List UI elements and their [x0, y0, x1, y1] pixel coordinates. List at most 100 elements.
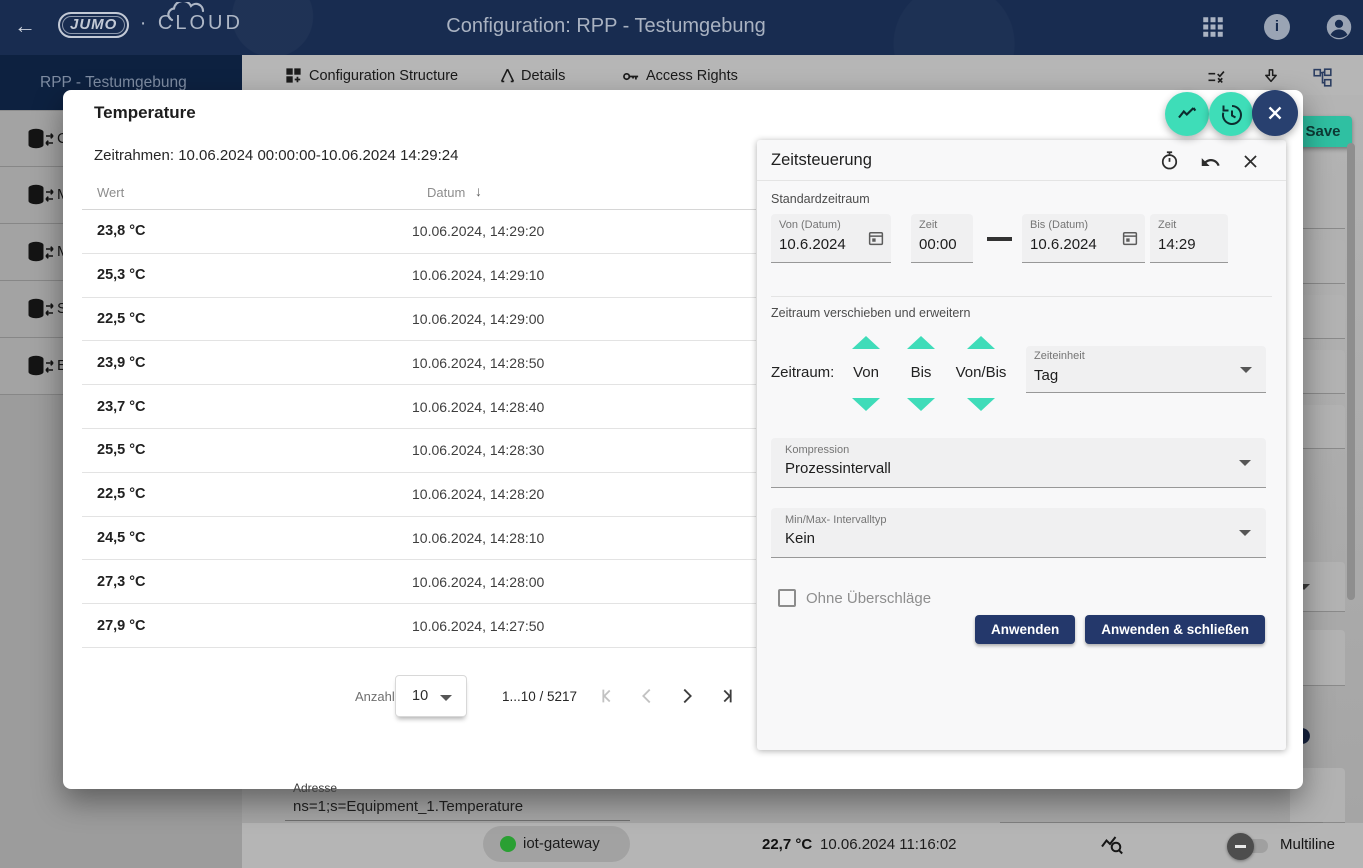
configuration-structure-icon: [284, 66, 303, 85]
apps-grid-icon[interactable]: [1200, 14, 1226, 40]
value-table: Wert Datum ↓ 23,8 °C10.06.2024, 14:29:20…: [82, 178, 756, 648]
table-row: 24,5 °C10.06.2024, 14:28:10: [82, 517, 756, 561]
zeit-bis-field[interactable]: Zeit 14:29: [1150, 214, 1228, 263]
chevron-down-icon: [1240, 367, 1252, 373]
history-button[interactable]: [1209, 92, 1253, 136]
ohne-ueberschlaege-checkbox[interactable]: [778, 589, 796, 607]
bis-datum-field[interactable]: Bis (Datum) 10.6.2024: [1022, 214, 1145, 263]
shift-bis-down-button[interactable]: [907, 398, 935, 411]
tab-configuration-structure[interactable]: Configuration Structure: [309, 68, 458, 84]
panel-title: Zeitsteuerung: [771, 151, 872, 170]
next-page-button[interactable]: [675, 684, 699, 708]
tab-details[interactable]: Details: [521, 68, 565, 84]
pagination-range: 1...10 / 5217: [502, 689, 577, 704]
cell-date: 10.06.2024, 14:28:20: [412, 486, 544, 502]
reading-timestamp: 10.06.2024 11:16:02: [820, 836, 957, 853]
calendar-icon[interactable]: [867, 229, 885, 247]
cell-date: 10.06.2024, 14:29:00: [412, 311, 544, 327]
page-size-select[interactable]: 10: [395, 675, 467, 717]
chevron-down-icon: [440, 695, 452, 701]
zeit-von-field[interactable]: Zeit 00:00: [911, 214, 973, 263]
cell-value: 24,5 °C: [82, 530, 412, 546]
tab-access-rights[interactable]: Access Rights: [646, 68, 738, 84]
dialog-title: Temperature: [94, 103, 196, 123]
divider: [1000, 822, 1323, 823]
status-dot-green: [500, 836, 516, 852]
table-header-row: Wert Datum ↓: [82, 178, 756, 210]
field-label: Bis (Datum): [1030, 219, 1088, 231]
shift-vonbis-down-button[interactable]: [967, 398, 995, 411]
chart-view-button[interactable]: [1165, 92, 1209, 136]
datasource-icon: [27, 298, 55, 320]
undo-icon[interactable]: [1200, 152, 1221, 173]
column-header-wert[interactable]: Wert: [97, 185, 124, 200]
back-arrow-icon[interactable]: ←: [14, 13, 36, 39]
cell-value: 27,9 °C: [82, 618, 412, 634]
jumo-logo: JUMO: [58, 12, 129, 38]
jumo-cloud-logo: JUMO · CLOUD: [58, 12, 243, 38]
multiline-toggle-knob[interactable]: [1227, 833, 1254, 860]
cell-date: 10.06.2024, 14:28:10: [412, 530, 544, 546]
cell-value: 23,8 °C: [82, 223, 412, 239]
table-row: 23,8 °C10.06.2024, 14:29:20: [82, 210, 756, 254]
last-page-button[interactable]: [715, 684, 739, 708]
shift-von-down-button[interactable]: [852, 398, 880, 411]
cell-date: 10.06.2024, 14:28:50: [412, 355, 544, 371]
zeitraum-row-label: Zeitraum:: [771, 364, 834, 381]
datasource-icon: [27, 184, 55, 206]
close-icon[interactable]: [1241, 152, 1260, 171]
cell-value: 25,3 °C: [82, 267, 412, 283]
sort-descending-icon[interactable]: ↓: [475, 183, 482, 199]
download-icon[interactable]: [1261, 67, 1281, 87]
details-icon: [498, 66, 517, 85]
table-row: 25,5 °C10.06.2024, 14:28:30: [82, 429, 756, 473]
chevron-down-icon: [1239, 530, 1251, 536]
anwenden-schliessen-button[interactable]: Anwenden & schließen: [1085, 615, 1265, 644]
address-field-value[interactable]: ns=1;s=Equipment_1.Temperature: [293, 798, 523, 815]
cell-date: 10.06.2024, 14:28:30: [412, 442, 544, 458]
anwenden-button[interactable]: Anwenden: [975, 615, 1075, 644]
zeiteinheit-select[interactable]: Zeiteinheit Tag: [1026, 346, 1266, 393]
section-standardzeitraum: Standardzeitraum: [771, 192, 870, 206]
zeitsteuerung-panel: Zeitsteuerung Standardzeitraum Von (Datu…: [757, 140, 1286, 750]
rule-checklist-icon[interactable]: [1206, 67, 1226, 87]
column-header-datum[interactable]: Datum: [427, 185, 465, 200]
gateway-chip-label: iot-gateway: [523, 835, 600, 852]
table-row: 25,3 °C10.06.2024, 14:29:10: [82, 254, 756, 298]
cell-value: 27,3 °C: [82, 574, 412, 590]
shift-col-vonbis: Von/Bis: [946, 364, 1016, 381]
gateway-chip: iot-gateway: [483, 826, 630, 862]
shift-bis-up-button[interactable]: [907, 336, 935, 349]
close-dialog-button[interactable]: [1252, 90, 1298, 136]
access-rights-key-icon: [621, 67, 641, 86]
previous-page-button[interactable]: [635, 684, 659, 708]
table-row: 27,9 °C10.06.2024, 14:27:50: [82, 604, 756, 648]
timer-icon[interactable]: [1159, 150, 1180, 171]
shift-vonbis-up-button[interactable]: [967, 336, 995, 349]
von-datum-field[interactable]: Von (Datum) 10.6.2024: [771, 214, 891, 263]
logo-dot: ·: [140, 12, 150, 34]
query-stats-icon[interactable]: [1100, 833, 1124, 857]
calendar-icon[interactable]: [1121, 229, 1139, 247]
app-header: ← JUMO · CLOUD Configuration: RPP - Test…: [0, 0, 1363, 55]
page-size-value: 10: [412, 688, 428, 704]
table-row: 23,7 °C10.06.2024, 14:28:40: [82, 385, 756, 429]
reading-value: 22,7 °C: [762, 836, 812, 853]
cell-date: 10.06.2024, 14:29:20: [412, 223, 544, 239]
minmax-intervalltyp-select[interactable]: Min/Max- Intervalltyp Kein: [771, 508, 1266, 558]
cell-value: 25,5 °C: [82, 442, 412, 458]
account-icon[interactable]: [1325, 13, 1353, 41]
info-icon[interactable]: i: [1264, 14, 1290, 40]
shift-von-up-button[interactable]: [852, 336, 880, 349]
scrollbar-thumb[interactable]: [1347, 143, 1355, 600]
cell-value: 22,5 °C: [82, 486, 412, 502]
page-title: Configuration: RPP - Testumgebung: [350, 15, 862, 38]
schema-sitemap-icon[interactable]: [1312, 67, 1333, 88]
cloud-logo-icon: [166, 2, 210, 22]
table-row: 22,5 °C10.06.2024, 14:29:00: [82, 298, 756, 342]
datasource-icon: [27, 241, 55, 263]
first-page-button[interactable]: [595, 684, 619, 708]
close-icon: [1264, 102, 1286, 124]
field-value: 10.6.2024: [1030, 236, 1097, 253]
kompression-select[interactable]: Kompression Prozessintervall: [771, 438, 1266, 488]
